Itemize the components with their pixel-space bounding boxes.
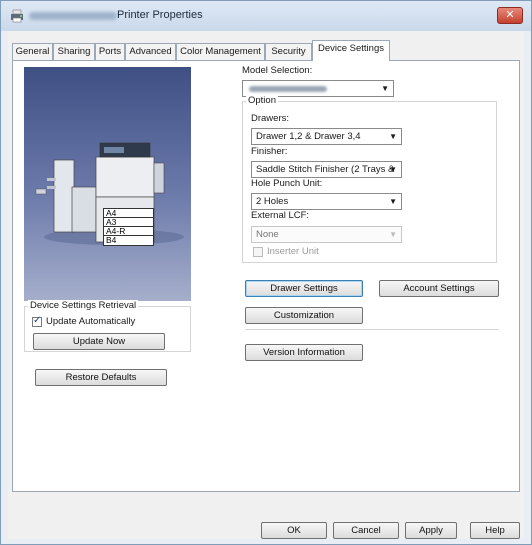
update-automatically-label: Update Automatically xyxy=(46,316,136,327)
device-image: A4 A3 A4-R B4 xyxy=(24,67,191,301)
update-now-button[interactable]: Update Now xyxy=(33,333,165,350)
ok-button[interactable]: OK xyxy=(261,522,327,539)
device-settings-panel: A4 A3 A4-R B4 Model Selection: ▼ Option … xyxy=(12,60,520,492)
inserter-unit-label: Inserter Unit xyxy=(267,246,319,257)
printer-illustration xyxy=(35,142,184,245)
tab-color-management[interactable]: Color Management xyxy=(176,43,265,60)
close-button[interactable]: ✕ xyxy=(497,7,523,24)
printer-properties-window: Printer Properties ✕ General Sharing Por… xyxy=(0,0,532,545)
printer-name-redacted xyxy=(29,12,117,20)
paper-size-label: B4 xyxy=(106,235,117,245)
account-settings-button[interactable]: Account Settings xyxy=(379,280,499,297)
chevron-down-icon: ▼ xyxy=(389,197,397,206)
divider xyxy=(245,329,499,330)
external-lcf-label: External LCF: xyxy=(251,210,310,221)
tab-device-settings[interactable]: Device Settings xyxy=(312,40,390,61)
tab-advanced[interactable]: Advanced xyxy=(125,43,176,60)
printer-icon xyxy=(11,9,23,23)
paper-size-labels: A4 A3 A4-R B4 xyxy=(103,208,154,246)
model-selection-label: Model Selection: xyxy=(242,65,313,76)
chevron-down-icon: ▼ xyxy=(389,165,397,174)
finisher-combo[interactable]: Saddle Stitch Finisher (2 Trays & ▼ xyxy=(251,161,402,178)
tab-security[interactable]: Security xyxy=(265,43,312,60)
hole-punch-label: Hole Punch Unit: xyxy=(251,178,323,189)
apply-button[interactable]: Apply xyxy=(405,522,457,539)
title-bar: Printer Properties ✕ xyxy=(1,1,531,31)
dialog-client-area: General Sharing Ports Advanced Color Man… xyxy=(8,31,524,539)
tab-sharing[interactable]: Sharing xyxy=(53,43,95,60)
drawers-label: Drawers: xyxy=(251,113,290,124)
customization-button[interactable]: Customization xyxy=(245,307,363,324)
external-lcf-value: None xyxy=(256,229,279,240)
update-automatically-checkbox[interactable] xyxy=(32,315,42,327)
window-title: Printer Properties xyxy=(117,9,203,21)
drawers-combo[interactable]: Drawer 1,2 & Drawer 3,4 ▼ xyxy=(251,128,402,145)
chevron-down-icon: ▼ xyxy=(381,84,389,93)
chevron-down-icon: ▼ xyxy=(389,230,397,239)
drawers-value: Drawer 1,2 & Drawer 3,4 xyxy=(256,131,361,142)
external-lcf-combo[interactable]: None ▼ xyxy=(251,226,402,243)
model-name-redacted xyxy=(249,86,327,92)
chevron-down-icon: ▼ xyxy=(389,132,397,141)
cancel-button[interactable]: Cancel xyxy=(333,522,399,539)
retrieval-group-title: Device Settings Retrieval xyxy=(28,300,139,311)
drawer-settings-button[interactable]: Drawer Settings xyxy=(245,280,363,297)
hole-punch-value: 2 Holes xyxy=(256,196,289,207)
tab-ports[interactable]: Ports xyxy=(95,43,125,60)
help-button[interactable]: Help xyxy=(470,522,520,539)
version-information-button[interactable]: Version Information xyxy=(245,344,363,361)
tab-general[interactable]: General xyxy=(12,43,53,60)
finisher-label: Finisher: xyxy=(251,146,288,157)
finisher-value: Saddle Stitch Finisher (2 Trays & xyxy=(256,164,395,175)
restore-defaults-button[interactable]: Restore Defaults xyxy=(35,369,167,386)
hole-punch-combo[interactable]: 2 Holes ▼ xyxy=(251,193,402,210)
inserter-unit-checkbox[interactable] xyxy=(253,247,263,257)
option-group-title: Option xyxy=(246,95,278,106)
